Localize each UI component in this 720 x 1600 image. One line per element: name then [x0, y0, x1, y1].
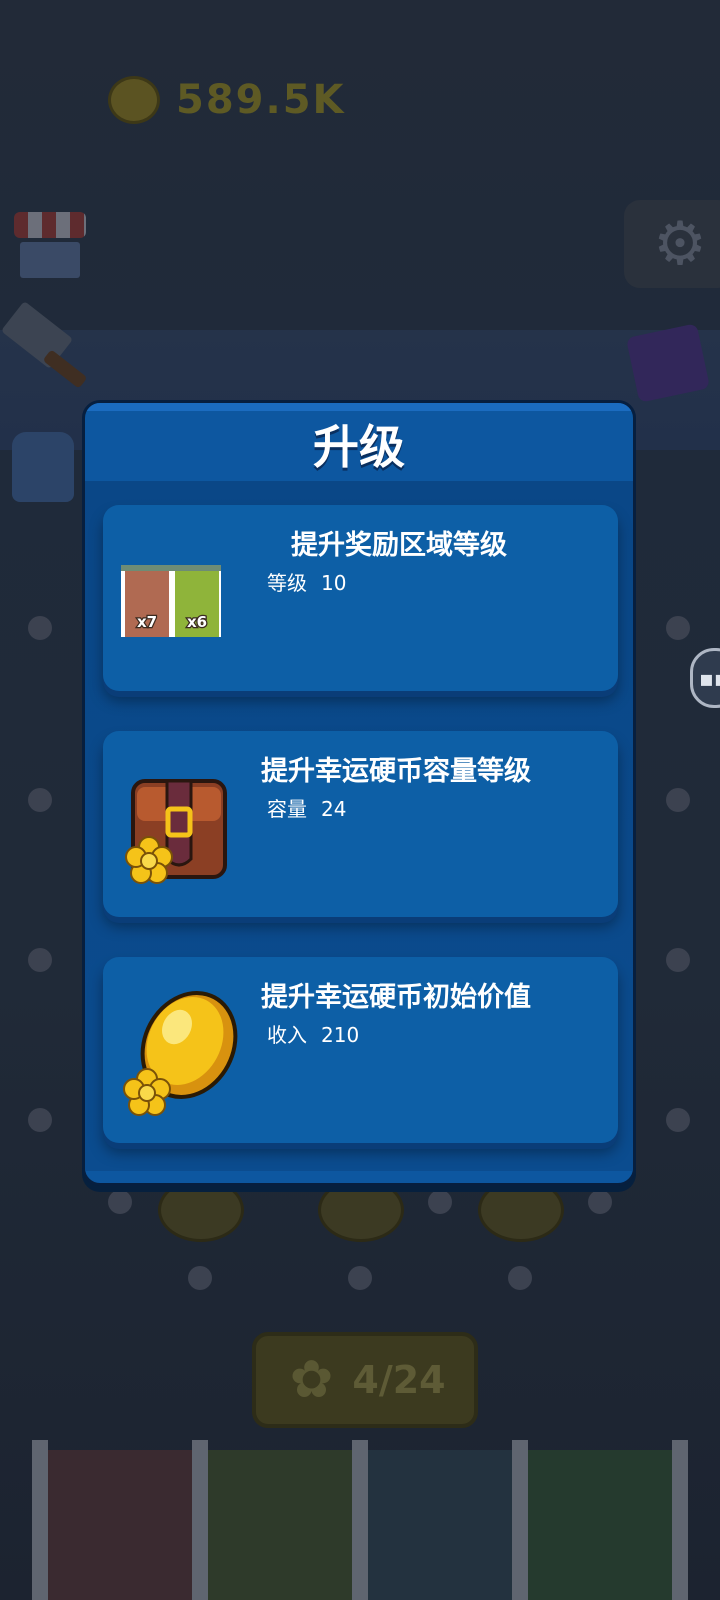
upgrade-card-coin-value[interactable]: 提升幸运硬币初始价值 收入 210 [103, 957, 618, 1143]
gold-coin-icon [123, 991, 238, 1116]
dialog-highlight [85, 403, 633, 411]
bin-divider [192, 1440, 208, 1600]
coin-balance: 589.5K [108, 76, 346, 124]
bin-divider [672, 1440, 688, 1600]
flower-icon: ✿ [289, 1350, 334, 1410]
shop-icon[interactable] [14, 212, 86, 282]
peg [348, 1266, 372, 1290]
reward-bin [48, 1450, 192, 1600]
stat-value: 24 [321, 797, 347, 821]
peg [28, 1108, 52, 1132]
peg [28, 788, 52, 812]
chest-icon [125, 779, 227, 884]
reward-bins [0, 1440, 720, 1600]
coin-counter-text: 4/24 [352, 1358, 446, 1402]
peg [666, 616, 690, 640]
upgrade-dialog: 升级 x7 x6 提升奖励区域等级 等级 10 提升幸运硬币容量等级 容量 24… [82, 400, 636, 1186]
chat-icon[interactable]: ▪▪ [690, 648, 720, 708]
card-title: 提升幸运硬币容量等级 [261, 756, 531, 787]
upgrade-card-coin-capacity[interactable]: 提升幸运硬币容量等级 容量 24 [103, 731, 618, 917]
tile-label: x7 [137, 613, 157, 631]
coin-icon [108, 76, 160, 124]
peg [666, 1108, 690, 1132]
dialog-title: 升级 [313, 420, 405, 474]
card-stat: 等级 10 [267, 567, 346, 596]
stat-label: 收入 [267, 1023, 307, 1047]
reward-bin [208, 1450, 352, 1600]
reward-bin [368, 1450, 512, 1600]
upgrade-card-reward-zone[interactable]: x7 x6 提升奖励区域等级 等级 10 [103, 505, 618, 691]
card-title: 提升幸运硬币初始价值 [261, 982, 531, 1013]
peg [428, 1190, 452, 1214]
lucky-coin [318, 1178, 404, 1242]
stat-label: 容量 [267, 797, 307, 821]
stat-value: 210 [321, 1023, 360, 1047]
stat-label: 等级 [267, 571, 307, 595]
stat-value: 10 [321, 571, 347, 595]
peg [588, 1190, 612, 1214]
bin-divider [32, 1440, 48, 1600]
reward-zone-icon: x7 x6 [121, 565, 221, 637]
gear-icon[interactable]: ⚙ [650, 214, 710, 274]
peg [508, 1266, 532, 1290]
card-stat: 收入 210 [267, 1019, 359, 1048]
coin-counter: ✿ 4/24 [252, 1332, 478, 1428]
lucky-coin [478, 1178, 564, 1242]
card-stat: 容量 24 [267, 793, 346, 822]
peg [28, 616, 52, 640]
lucky-coin [158, 1178, 244, 1242]
bin-divider [352, 1440, 368, 1600]
peg [188, 1266, 212, 1290]
reward-bin [528, 1450, 672, 1600]
peg [28, 948, 52, 972]
card-title: 提升奖励区域等级 [291, 530, 507, 561]
peg [666, 948, 690, 972]
peg [108, 1190, 132, 1214]
coin-amount: 589.5K [176, 77, 346, 123]
potion-icon[interactable] [12, 432, 74, 502]
tile-label: x6 [187, 613, 207, 631]
bin-divider [512, 1440, 528, 1600]
peg [666, 788, 690, 812]
